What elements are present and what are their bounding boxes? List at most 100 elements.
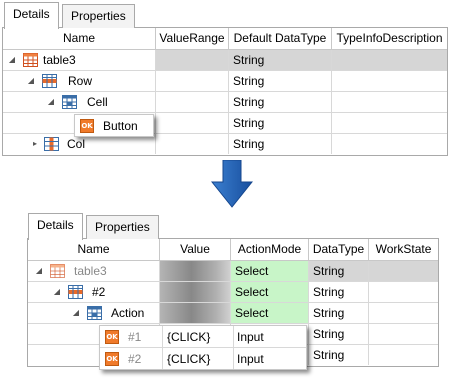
name-cell: ◢ Cell	[3, 92, 156, 112]
popup-row-name: #2	[128, 352, 142, 366]
table-row[interactable]: ◢ #2 Select String	[28, 282, 438, 303]
col-icon	[44, 137, 59, 151]
table-row[interactable]: ◢ table3 String	[3, 50, 447, 71]
collapse-arrow-icon[interactable]: ◢	[46, 92, 56, 112]
popup-row[interactable]: OK #1 {CLICK} Input	[100, 326, 306, 348]
row-name: table3	[74, 264, 107, 278]
table-row[interactable]: ◢ table3 Select String	[28, 261, 438, 282]
column-header-valuerange[interactable]: ValueRange	[156, 28, 229, 50]
valuerange-cell	[156, 134, 229, 154]
row-icon	[42, 74, 57, 88]
datatype-cell: String	[229, 134, 332, 154]
input-popup: OK #1 {CLICK} Input OK #2 {CLICK} Input	[99, 325, 307, 370]
datatype-cell: String	[229, 113, 332, 133]
popup-row-value: {CLICK}	[167, 330, 211, 344]
down-arrow-icon	[211, 160, 253, 208]
value-cell	[160, 261, 231, 281]
top-header: Name ValueRange Default DataType TypeInf…	[3, 28, 447, 50]
bottom-panel: Details Properties Name Value ActionMode…	[27, 213, 439, 376]
tab-properties[interactable]: Properties	[62, 4, 135, 28]
name-cell: ◢ table3	[3, 50, 156, 70]
column-header-workstate[interactable]: WorkState	[369, 239, 438, 261]
table-row[interactable]: ◢ Action Select String	[28, 303, 438, 324]
name-cell: ◢ Row	[3, 71, 156, 91]
name-cell: ◢ #2	[28, 282, 160, 302]
column-header-name[interactable]: Name	[3, 28, 156, 50]
ok-icon: OK	[105, 330, 119, 344]
value-cell	[160, 282, 231, 302]
collapse-arrow-icon[interactable]: ◢	[7, 50, 17, 70]
expand-arrow-icon[interactable]: ▸	[30, 134, 40, 154]
datatype-cell: String	[309, 324, 369, 344]
divider	[233, 348, 234, 369]
cell-icon	[87, 306, 102, 320]
datatype-cell: String	[229, 50, 332, 70]
name-cell: ▸ Col	[3, 134, 156, 154]
column-header-value[interactable]: Value	[160, 239, 231, 261]
workstate-cell	[369, 282, 438, 302]
table-row[interactable]: ◢ Row String	[3, 71, 447, 92]
name-cell: ◢ Action	[28, 303, 160, 323]
name-cell: ◢ table3	[28, 261, 160, 281]
column-header-actionmode[interactable]: ActionMode	[231, 239, 309, 261]
column-header-typeinfodescription[interactable]: TypeInfoDescription	[332, 28, 447, 50]
cell-icon	[62, 95, 77, 109]
row-name: #2	[92, 285, 106, 299]
datatype-cell: String	[309, 261, 369, 281]
actionmode-cell[interactable]: Select	[231, 303, 309, 323]
typeinfo-cell	[332, 92, 447, 112]
divider	[162, 326, 163, 348]
typeinfo-cell	[332, 50, 447, 70]
row-icon	[68, 285, 83, 299]
actionmode-cell[interactable]: Select	[231, 282, 309, 302]
tab-details[interactable]: Details	[4, 2, 59, 29]
valuerange-cell	[156, 92, 229, 112]
value-cell	[160, 303, 231, 323]
table-row[interactable]: ◢ Cell String	[3, 92, 447, 113]
datatype-cell: String	[309, 303, 369, 323]
datatype-cell: String	[229, 92, 332, 112]
tab-details[interactable]: Details	[28, 213, 83, 240]
workstate-cell	[369, 324, 438, 344]
typeinfo-cell	[332, 71, 447, 91]
collapse-arrow-icon[interactable]: ◢	[52, 282, 62, 302]
table-icon	[50, 264, 65, 278]
ok-icon: OK	[80, 119, 94, 133]
column-header-name[interactable]: Name	[28, 239, 160, 261]
popup-row-action: Input	[237, 352, 264, 366]
divider	[162, 348, 163, 369]
tab-properties[interactable]: Properties	[86, 215, 159, 239]
button-popup[interactable]: OK Button	[74, 114, 154, 137]
popup-row-action: Input	[237, 330, 264, 344]
top-grid: Name ValueRange Default DataType TypeInf…	[2, 28, 448, 156]
table-row[interactable]: ▸ Col String	[3, 134, 447, 155]
column-header-datatype[interactable]: DataType	[309, 239, 369, 261]
row-name: Cell	[87, 95, 108, 109]
row-name: Col	[67, 137, 86, 151]
ok-icon: OK	[105, 352, 119, 366]
actionmode-cell[interactable]: Select	[231, 261, 309, 281]
collapse-arrow-icon[interactable]: ◢	[71, 303, 81, 323]
column-header-default-datatype[interactable]: Default DataType	[229, 28, 332, 50]
valuerange-cell	[156, 50, 229, 70]
valuerange-cell	[156, 71, 229, 91]
datatype-cell: String	[309, 345, 369, 365]
datatype-cell: String	[229, 71, 332, 91]
valuerange-cell	[156, 113, 229, 133]
workstate-cell	[369, 261, 438, 281]
bottom-header: Name Value ActionMode DataType WorkState	[28, 239, 438, 261]
row-name: table3	[43, 53, 76, 67]
collapse-arrow-icon[interactable]: ◢	[34, 261, 44, 281]
popup-label: Button	[103, 119, 138, 133]
table-row[interactable]: String	[3, 113, 447, 134]
divider	[233, 326, 234, 348]
workstate-cell	[369, 345, 438, 365]
top-tabbar: Details Properties	[2, 2, 448, 29]
workstate-cell	[369, 303, 438, 323]
bottom-tabbar: Details Properties	[27, 213, 439, 240]
collapse-arrow-icon[interactable]: ◢	[26, 71, 36, 91]
popup-row[interactable]: OK #2 {CLICK} Input	[100, 348, 306, 369]
top-panel: Details Properties Name ValueRange Defau…	[2, 2, 448, 156]
popup-row-name: #1	[128, 330, 142, 344]
typeinfo-cell	[332, 134, 447, 154]
